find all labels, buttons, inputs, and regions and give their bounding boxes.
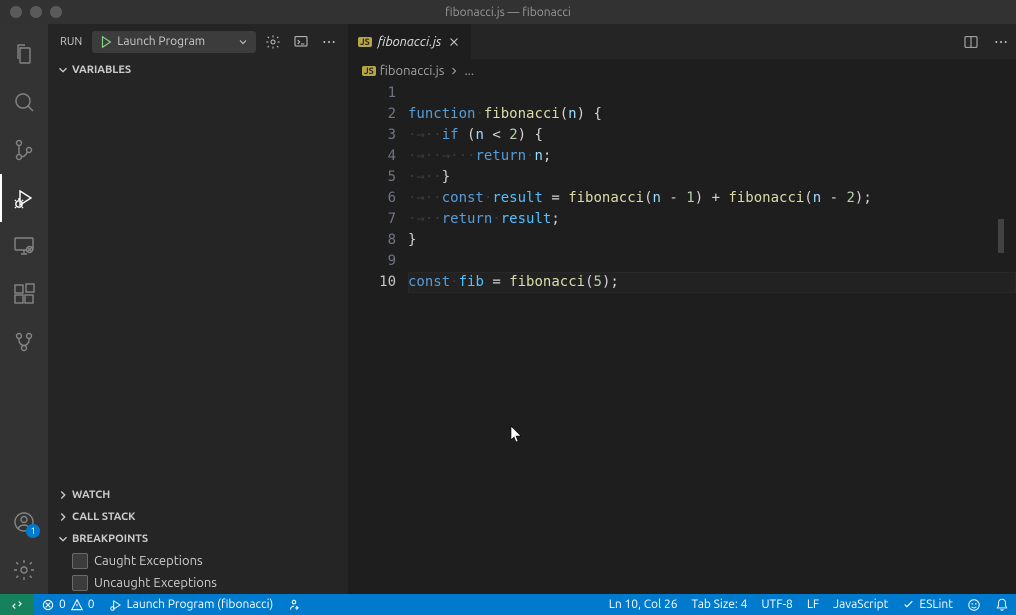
chevron-down-icon xyxy=(56,63,70,77)
editor-tab-fibonacci[interactable]: JS fibonacci.js xyxy=(348,24,472,59)
caught-exceptions-label: Caught Exceptions xyxy=(94,554,203,568)
debug-settings-button[interactable] xyxy=(262,31,284,53)
caught-exceptions-row[interactable]: Caught Exceptions xyxy=(48,550,348,572)
launch-config-label: Launch Program xyxy=(117,35,205,48)
language-mode[interactable]: JavaScript xyxy=(826,594,895,615)
line-gutter[interactable]: 12345678910 xyxy=(348,83,408,594)
chevron-down-icon xyxy=(56,532,70,546)
encoding[interactable]: UTF-8 xyxy=(754,594,799,615)
breadcrumb-trail[interactable]: ... xyxy=(464,64,474,78)
feedback-button[interactable] xyxy=(960,594,988,615)
variables-label: VARIABLES xyxy=(72,64,131,76)
eol[interactable]: LF xyxy=(800,594,826,615)
uncaught-exceptions-checkbox[interactable] xyxy=(72,575,88,591)
breakpoints-section-header[interactable]: BREAKPOINTS xyxy=(48,528,348,550)
callstack-section-header[interactable]: CALL STACK xyxy=(48,506,348,528)
js-file-icon: JS xyxy=(362,66,376,76)
activity-explorer[interactable] xyxy=(0,30,48,78)
tab-label: fibonacci.js xyxy=(378,35,442,49)
chevron-right-icon xyxy=(448,65,460,77)
breadcrumbs[interactable]: JS fibonacci.js ... xyxy=(348,59,1016,83)
run-label: RUN xyxy=(56,36,86,48)
cursor-position[interactable]: Ln 10, Col 26 xyxy=(602,594,685,615)
editor-more-button[interactable] xyxy=(986,24,1016,59)
debug-more-button[interactable] xyxy=(318,31,340,53)
watch-label: WATCH xyxy=(72,489,110,501)
breadcrumb-file[interactable]: fibonacci.js xyxy=(380,64,445,78)
accounts-badge: 1 xyxy=(26,524,40,538)
watch-section-header[interactable]: WATCH xyxy=(48,484,348,506)
notifications-button[interactable] xyxy=(988,594,1016,615)
debug-sidebar: RUN Launch Program VARIABLES xyxy=(48,24,348,594)
breakpoints-label: BREAKPOINTS xyxy=(72,533,148,545)
activity-run-debug[interactable] xyxy=(0,174,48,222)
chevron-right-icon xyxy=(56,510,70,524)
callstack-label: CALL STACK xyxy=(72,511,135,523)
launch-status[interactable]: Launch Program (fibonacci) xyxy=(102,594,281,615)
close-icon[interactable] xyxy=(447,35,461,49)
live-share[interactable] xyxy=(280,594,308,615)
debug-console-button[interactable] xyxy=(290,31,312,53)
activity-source-control[interactable] xyxy=(0,126,48,174)
window-title: fibonacci.js — fibonacci xyxy=(445,6,571,19)
chevron-down-icon xyxy=(237,36,249,48)
activity-search[interactable] xyxy=(0,78,48,126)
eslint-status[interactable]: ESLint xyxy=(895,594,960,615)
errors-count: 0 xyxy=(59,598,66,611)
title-bar: fibonacci.js — fibonacci xyxy=(0,0,1016,24)
activity-accounts[interactable]: 1 xyxy=(0,498,48,546)
editor-body[interactable]: 12345678910 function·fibonacci(n) {·→··i… xyxy=(348,83,1016,594)
minimap-scrollbar[interactable] xyxy=(998,83,1004,594)
activity-github[interactable] xyxy=(0,318,48,366)
play-icon xyxy=(99,35,113,49)
warnings-count: 0 xyxy=(88,598,95,611)
window-close-button[interactable] xyxy=(10,6,22,18)
split-editor-button[interactable] xyxy=(956,24,986,59)
status-bar: 0 0 Launch Program (fibonacci) Ln 10, Co… xyxy=(0,594,1016,615)
editor-area: JS fibonacci.js JS fibonacci.js ... 1234… xyxy=(348,24,1016,594)
window-minimize-button[interactable] xyxy=(30,6,42,18)
tab-size[interactable]: Tab Size: 4 xyxy=(685,594,755,615)
uncaught-exceptions-label: Uncaught Exceptions xyxy=(94,576,217,590)
chevron-right-icon xyxy=(56,488,70,502)
activity-remote-explorer[interactable] xyxy=(0,222,48,270)
window-maximize-button[interactable] xyxy=(50,6,62,18)
js-file-icon: JS xyxy=(358,37,372,47)
activity-extensions[interactable] xyxy=(0,270,48,318)
launch-config-dropdown[interactable]: Launch Program xyxy=(92,31,256,53)
errors-warnings[interactable]: 0 0 xyxy=(34,594,102,615)
activity-bar: 1 xyxy=(0,24,48,594)
launch-status-label: Launch Program (fibonacci) xyxy=(127,598,274,611)
remote-button[interactable] xyxy=(0,594,34,615)
caught-exceptions-checkbox[interactable] xyxy=(72,553,88,569)
uncaught-exceptions-row[interactable]: Uncaught Exceptions xyxy=(48,572,348,594)
variables-section-header[interactable]: VARIABLES xyxy=(48,59,348,81)
activity-settings[interactable] xyxy=(0,546,48,594)
code-content[interactable]: function·fibonacci(n) {·→··if (n < 2) {·… xyxy=(408,83,1016,594)
